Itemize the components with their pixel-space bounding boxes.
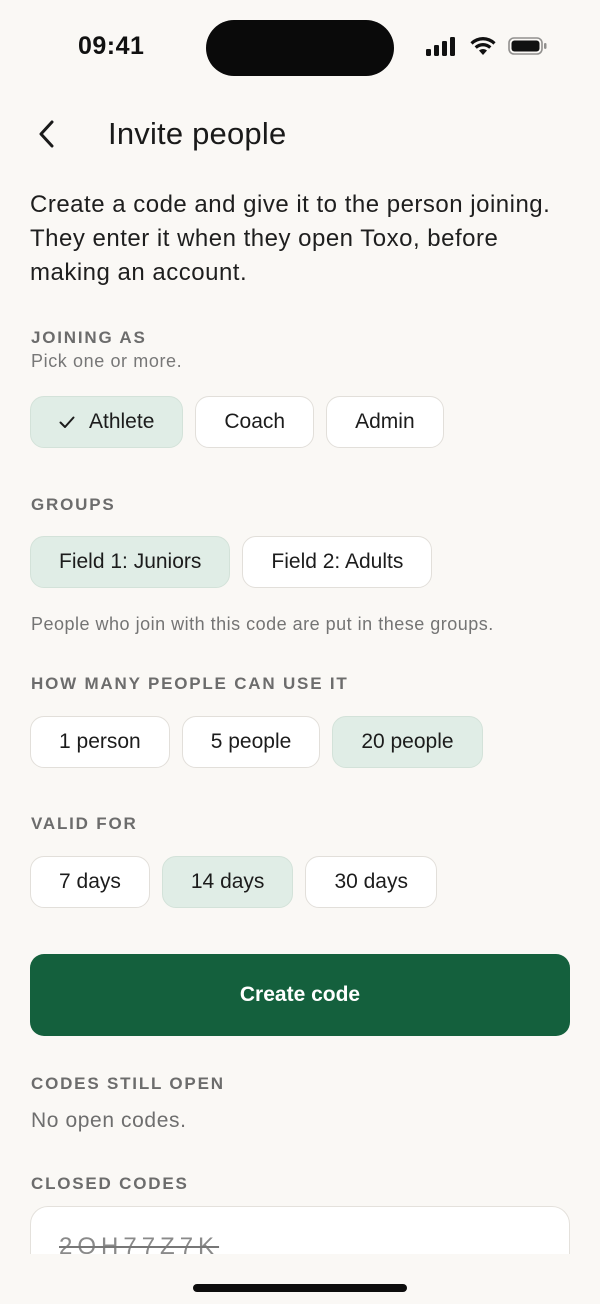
- chip-30-days[interactable]: 30 days: [305, 856, 437, 908]
- closed-codes-label: CLOSED CODES: [31, 1174, 189, 1193]
- joining-as-options: Athlete Coach Admin: [30, 396, 444, 448]
- page-title: Invite people: [108, 116, 287, 151]
- chip-label: Field 2: Adults: [271, 550, 404, 573]
- create-code-button[interactable]: Create code: [30, 954, 570, 1036]
- chip-field-1-juniors[interactable]: Field 1: Juniors: [30, 536, 231, 588]
- chip-label: 5 people: [210, 730, 292, 753]
- chevron-left-icon: [37, 119, 55, 154]
- chip-label: 7 days: [59, 870, 121, 893]
- chip-5-people[interactable]: 5 people: [181, 716, 321, 768]
- battery-icon: [508, 36, 548, 61]
- open-codes-label: CODES STILL OPEN: [31, 1074, 225, 1093]
- back-button[interactable]: [26, 116, 66, 156]
- uses-options: 1 person 5 people 20 people: [30, 716, 483, 768]
- intro-text: Create a code and give it to the person …: [30, 191, 551, 286]
- valid-for-options: 7 days 14 days 30 days: [30, 856, 437, 908]
- chip-14-days[interactable]: 14 days: [161, 856, 294, 908]
- chip-label: 20 people: [361, 730, 454, 753]
- chip-admin[interactable]: Admin: [326, 396, 444, 448]
- open-codes-empty: No open codes.: [31, 1109, 187, 1132]
- chip-field-2-adults[interactable]: Field 2: Adults: [242, 536, 433, 588]
- groups-options: Field 1: Juniors Field 2: Adults: [30, 536, 433, 588]
- chip-label: Field 1: Juniors: [59, 550, 202, 573]
- chip-label: Coach: [224, 410, 286, 433]
- chip-label: Athlete: [89, 410, 155, 433]
- chip-label: 30 days: [334, 870, 408, 893]
- chip-coach[interactable]: Coach: [195, 396, 315, 448]
- groups-label: GROUPS: [31, 495, 116, 514]
- valid-for-label: VALID FOR: [31, 814, 138, 833]
- chip-label: Admin: [355, 410, 415, 433]
- uses-label: HOW MANY PEOPLE CAN USE IT: [31, 674, 349, 693]
- status-bar: 09:41: [0, 0, 600, 96]
- chip-label: 14 days: [190, 870, 265, 893]
- header: Invite people: [0, 110, 600, 162]
- check-icon: [59, 416, 75, 429]
- status-time: 09:41: [78, 32, 145, 60]
- dynamic-island: [206, 20, 394, 76]
- chip-athlete[interactable]: Athlete: [30, 396, 184, 448]
- cellular-signal-icon: [426, 36, 458, 61]
- wifi-icon: [470, 36, 496, 61]
- chip-20-people[interactable]: 20 people: [332, 716, 483, 768]
- bottom-safe-area: [0, 1254, 600, 1304]
- create-code-label: Create code: [239, 983, 361, 1006]
- home-indicator[interactable]: [193, 1284, 407, 1292]
- joining-as-label: JOINING AS: [31, 328, 147, 347]
- chip-label: 1 person: [59, 730, 141, 753]
- groups-note: People who join with this code are put i…: [31, 614, 494, 634]
- chip-1-person[interactable]: 1 person: [30, 716, 170, 768]
- joining-as-hint: Pick one or more.: [31, 351, 183, 371]
- status-icons: [426, 36, 548, 61]
- chip-7-days[interactable]: 7 days: [30, 856, 150, 908]
